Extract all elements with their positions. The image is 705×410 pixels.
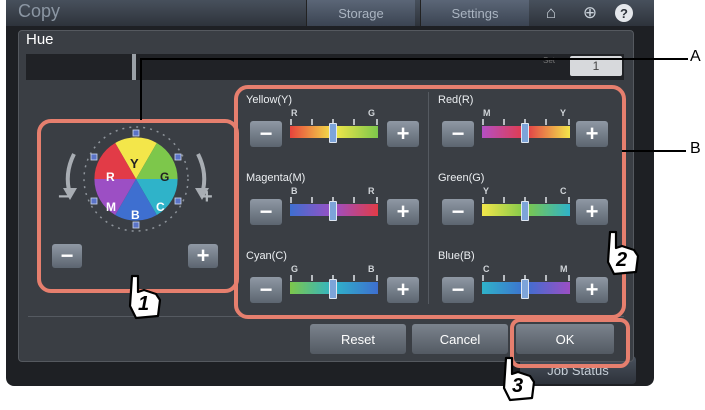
reset-button[interactable]: Reset	[310, 324, 406, 354]
slider-label-blue: Blue(B)	[438, 250, 475, 262]
yellow-slider-knob[interactable]	[329, 123, 337, 143]
tick-blue-right: M	[560, 264, 568, 274]
step1-number: 1	[138, 293, 150, 315]
yellow-plus-button[interactable]: +	[387, 121, 419, 147]
wheel-letter-y: Y	[130, 156, 139, 171]
slider-label-magenta: Magenta(M)	[246, 172, 306, 184]
callout-a-leader	[140, 58, 688, 60]
tick-blue-left: C	[483, 264, 490, 274]
ok-button[interactable]: OK	[516, 324, 614, 354]
tick-red-left: M	[483, 108, 491, 118]
magenta-slider-knob[interactable]	[329, 201, 337, 221]
blue-slider-knob[interactable]	[521, 279, 529, 299]
step2-number: 2	[616, 249, 628, 271]
help-icon[interactable]: ?	[615, 4, 633, 22]
callout-b-leader	[622, 150, 686, 152]
tick-magenta-left: B	[291, 186, 298, 196]
cancel-button[interactable]: Cancel	[412, 324, 508, 354]
wheel-letter-r: R	[106, 170, 115, 184]
tick-yellow-left: R	[291, 108, 298, 118]
callout-a-drop	[140, 58, 142, 120]
wheel-letter-c: C	[156, 200, 165, 214]
step3-number: 3	[512, 375, 524, 397]
strip-divider	[132, 54, 136, 80]
slider-column-divider	[428, 92, 429, 304]
wheel-minus-button[interactable]: −	[52, 244, 82, 268]
blue-plus-button[interactable]: +	[576, 277, 608, 303]
tick-green-left: Y	[483, 186, 490, 196]
blue-minus-button[interactable]: −	[442, 277, 474, 303]
wheel-plus-sign: +	[201, 186, 213, 208]
tick-magenta-right: R	[368, 186, 375, 196]
red-minus-button[interactable]: −	[442, 121, 474, 147]
tab-settings[interactable]: Settings	[420, 0, 529, 26]
green-minus-button[interactable]: −	[442, 199, 474, 225]
app-title: Copy	[18, 1, 61, 21]
tab-storage[interactable]: Storage	[306, 0, 415, 26]
green-slider-knob[interactable]	[521, 201, 529, 221]
tick-cyan-right: B	[368, 264, 375, 274]
slider-label-yellow: Yellow(Y)	[246, 94, 293, 106]
cyan-minus-button[interactable]: −	[250, 277, 282, 303]
callout-b-label: B	[690, 140, 701, 157]
tick-yellow-right: G	[368, 108, 376, 118]
cyan-plus-button[interactable]: +	[387, 277, 419, 303]
slider-label-green: Green(G)	[438, 172, 485, 184]
slider-label-cyan: Cyan(C)	[246, 250, 287, 262]
yellow-minus-button[interactable]: −	[250, 121, 282, 147]
tick-green-right: C	[560, 186, 567, 196]
wheel-plus-button[interactable]: +	[188, 244, 218, 268]
wheel-letter-b: B	[131, 208, 140, 222]
wheel-minus-sign: −	[58, 186, 70, 208]
cyan-slider-knob[interactable]	[329, 279, 337, 299]
red-plus-button[interactable]: +	[576, 121, 608, 147]
dialog-title: Hue	[26, 31, 54, 48]
magenta-plus-button[interactable]: +	[387, 199, 419, 225]
wheel-letter-g: G	[160, 170, 170, 184]
green-plus-button[interactable]: +	[576, 199, 608, 225]
callout-a-label: A	[690, 48, 701, 65]
home-icon[interactable]: ⌂	[540, 3, 562, 23]
tick-red-right: Y	[560, 108, 567, 118]
globe-icon[interactable]: ⊕	[579, 3, 601, 23]
magenta-minus-button[interactable]: −	[250, 199, 282, 225]
red-slider-knob[interactable]	[521, 123, 529, 143]
wheel-letter-m: M	[106, 200, 116, 214]
tick-cyan-left: G	[291, 264, 299, 274]
slider-label-red: Red(R)	[438, 94, 474, 106]
